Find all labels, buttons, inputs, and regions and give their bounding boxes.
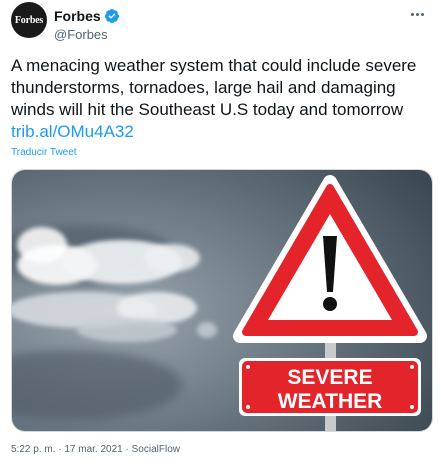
tweet-body: A menacing weather system that could inc…: [11, 56, 417, 119]
more-options-icon[interactable]: [405, 6, 429, 22]
tweet-link[interactable]: trib.al/OMu4A32: [11, 122, 134, 141]
tweet-header: Forbes Forbes @Forbes: [11, 0, 431, 50]
tweet-text: A menacing weather system that could inc…: [11, 55, 429, 143]
dot: [420, 12, 424, 16]
tweet-time[interactable]: 5:22 p. m.: [11, 444, 55, 455]
severe-weather-image: SEVERE WEATHER: [12, 170, 432, 431]
severe-weather-sign: SEVERE WEATHER: [239, 358, 421, 416]
verified-badge-icon: [104, 9, 119, 23]
display-name[interactable]: Forbes: [54, 8, 101, 24]
dot: [415, 12, 419, 16]
tweet-media-image[interactable]: SEVERE WEATHER: [11, 169, 433, 432]
name-row: Forbes: [54, 7, 120, 25]
tweet-date[interactable]: 17 mar. 2021: [64, 444, 122, 455]
tweet-source[interactable]: SocialFlow: [132, 444, 180, 455]
user-handle[interactable]: @Forbes: [54, 27, 120, 42]
translate-tweet-link[interactable]: Traducir Tweet: [11, 147, 77, 158]
meta-separator: ·: [122, 444, 132, 455]
tweet-metadata: 5:22 p. m. · 17 mar. 2021 · SocialFlow: [11, 444, 180, 455]
avatar[interactable]: Forbes: [11, 2, 47, 38]
author-info: Forbes @Forbes: [54, 7, 120, 42]
tweet-card: Forbes Forbes @Forbes A menacing weather…: [0, 0, 441, 471]
sign-text-line2: WEATHER: [278, 390, 383, 413]
dot: [410, 12, 414, 16]
sign-text-line1: SEVERE: [287, 366, 372, 389]
